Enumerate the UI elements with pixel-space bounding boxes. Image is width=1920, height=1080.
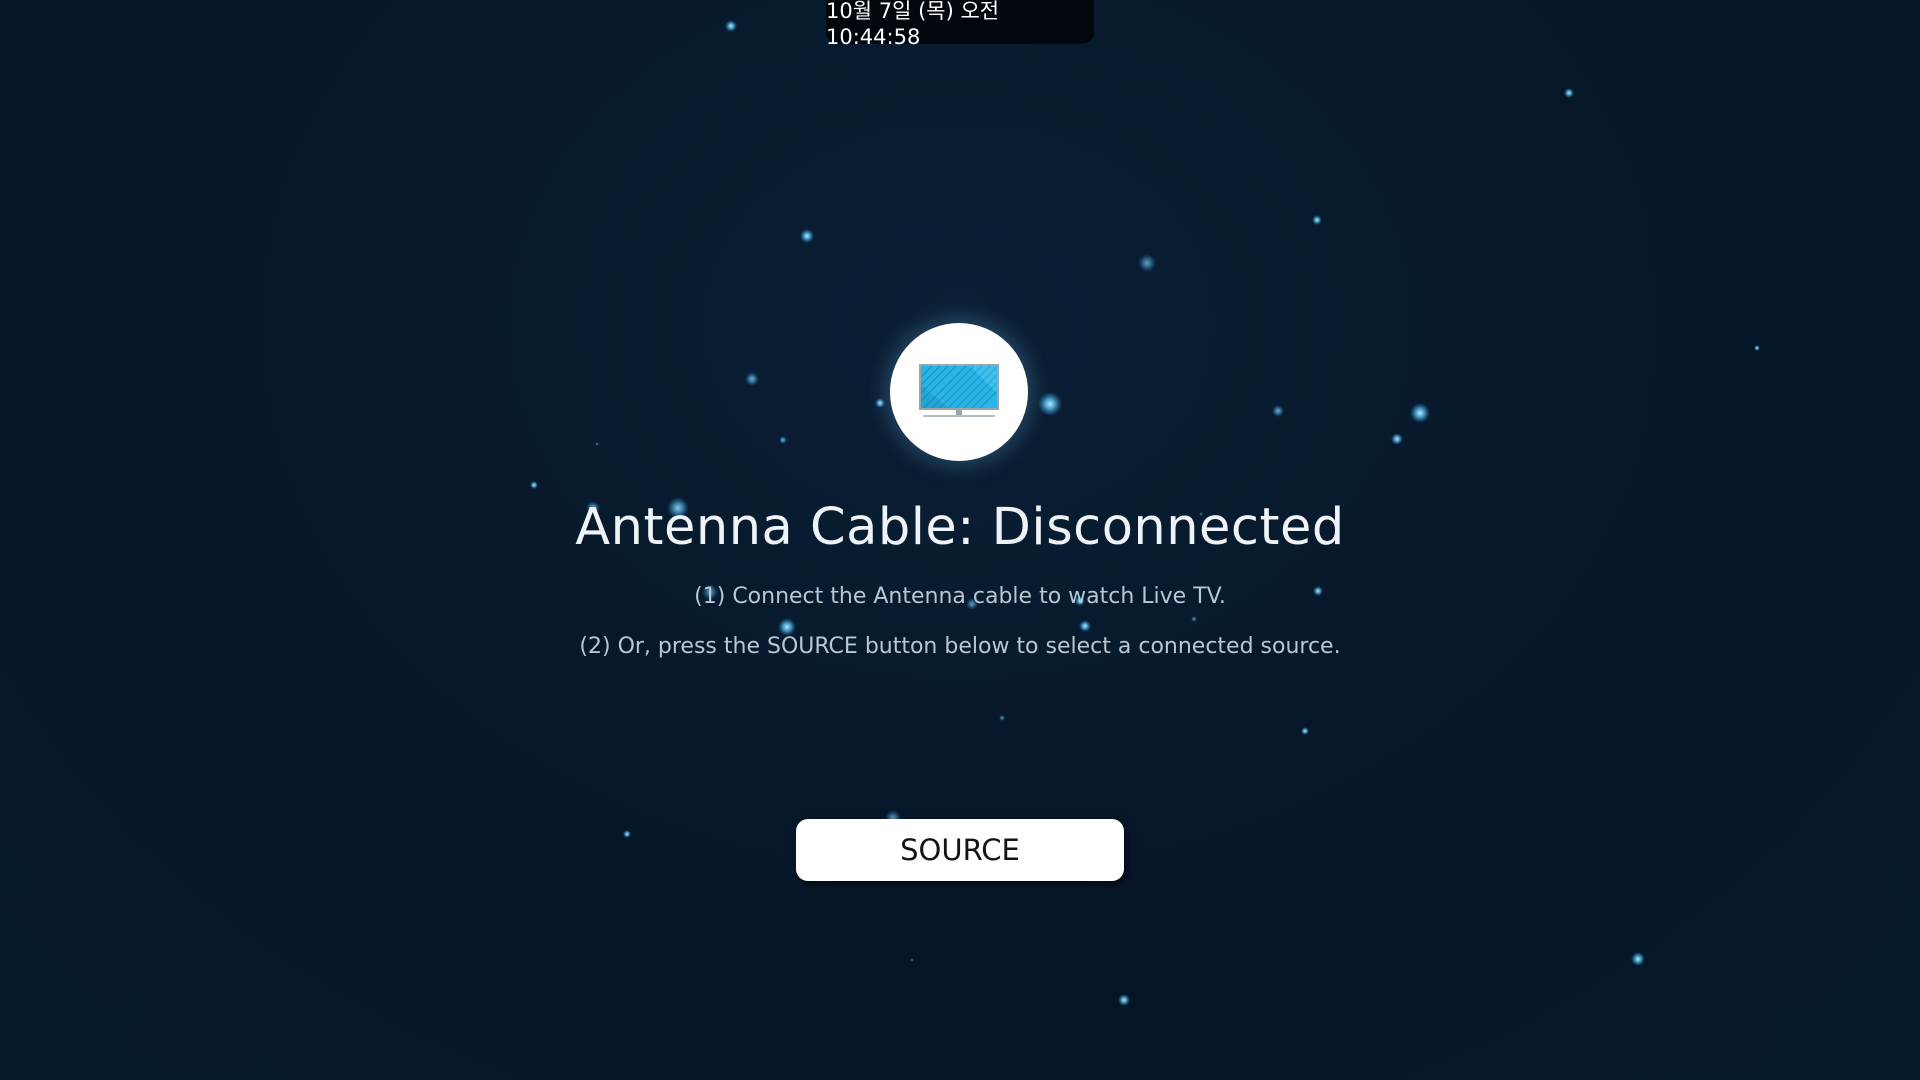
- status-clock: 10월 7일 (목) 오전 10:44:58: [826, 0, 1094, 49]
- instruction-connect-antenna: (1) Connect the Antenna cable to watch L…: [694, 584, 1226, 609]
- tv-icon-badge: [890, 323, 1028, 461]
- instruction-press-source: (2) Or, press the SOURCE button below to…: [579, 634, 1341, 659]
- tv-monitor-icon: [919, 364, 999, 417]
- page-title: Antenna Cable: Disconnected: [575, 498, 1345, 557]
- source-button[interactable]: SOURCE: [796, 819, 1124, 881]
